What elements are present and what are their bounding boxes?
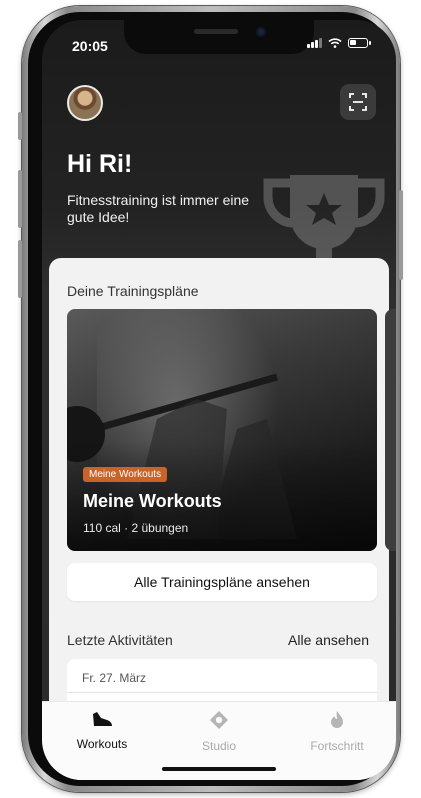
tab-studio[interactable]: Studio: [164, 710, 274, 753]
plan-card[interactable]: Meine Workouts Meine Workouts 110 cal · …: [67, 309, 377, 551]
avatar[interactable]: [67, 85, 103, 121]
plan-title: Meine Workouts: [83, 491, 222, 511]
see-all-link[interactable]: Alle ansehen: [288, 632, 369, 648]
front-camera-icon: [256, 27, 266, 37]
scan-button[interactable]: [340, 84, 376, 120]
activity-date: Fr. 27. März: [82, 671, 147, 685]
notch: [124, 20, 314, 54]
plans-section-title: Deine Trainingspläne: [67, 283, 199, 299]
greeting: Hi Ri!: [67, 150, 133, 178]
tab-label: Studio: [201, 739, 237, 753]
location-icon: [210, 711, 228, 729]
wifi-icon: [328, 38, 342, 48]
greeting-subtitle: Fitnesstraining ist immer eine gute Idee…: [67, 192, 250, 225]
battery-icon: [348, 38, 371, 48]
volume-down-button: [18, 240, 22, 298]
home-indicator[interactable]: [162, 767, 276, 771]
scan-icon: [349, 93, 367, 111]
status-time: 20:05: [72, 38, 108, 54]
mute-switch: [18, 112, 22, 140]
tab-label: Fortschritt: [310, 739, 364, 753]
speaker-grille: [194, 29, 238, 34]
all-plans-button[interactable]: Alle Trainingspläne ansehen: [67, 563, 377, 601]
tab-progress[interactable]: Fortschritt: [282, 710, 392, 753]
flame-icon: [331, 711, 343, 728]
tab-label: Workouts: [76, 737, 128, 751]
recent-section-title: Letzte Aktivitäten: [67, 632, 173, 648]
signal-icon: [307, 38, 322, 48]
status-icons: [307, 38, 371, 48]
plan-tag: Meine Workouts: [83, 467, 168, 482]
app-screen: 20:05 Hi Ri! Fitnesstraining ist immer e…: [42, 20, 396, 780]
tab-workouts[interactable]: Workouts: [47, 710, 157, 751]
tab-bar: Workouts Studio Fortschritt: [42, 701, 396, 780]
next-plan-card[interactable]: [385, 309, 396, 551]
activity-divider: [67, 692, 377, 693]
volume-up-button: [18, 170, 22, 228]
plan-meta: 110 cal · 2 übungen: [83, 521, 189, 535]
shoe-icon: [93, 712, 112, 726]
power-button: [399, 190, 403, 280]
